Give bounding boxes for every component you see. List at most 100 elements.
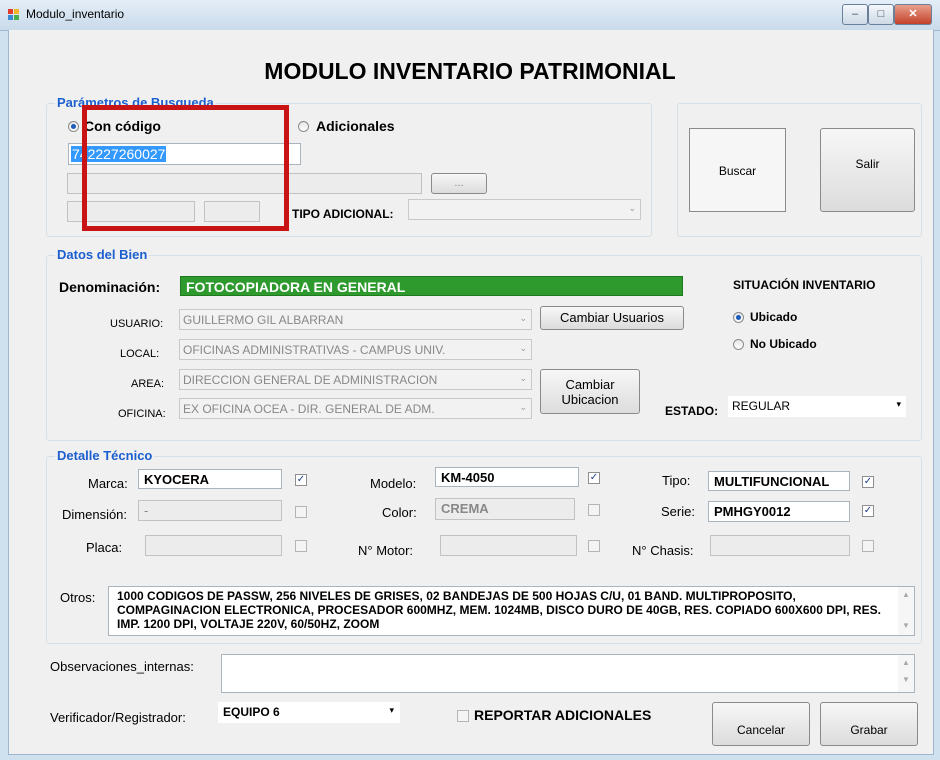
tipo-adicional-select[interactable]: ⌄	[408, 199, 641, 220]
modelo-input[interactable]: KM-4050	[435, 467, 579, 487]
detalle-tecnico-group-label: Detalle Técnico	[55, 448, 155, 463]
chevron-down-icon: ⌄	[519, 313, 527, 323]
dimension-checkbox[interactable]	[295, 506, 307, 518]
chevron-down-icon: ⌄	[519, 343, 527, 353]
red-highlight-box	[82, 105, 289, 231]
marca-value: KYOCERA	[144, 472, 210, 487]
scroll-up-icon[interactable]: ▲	[898, 655, 914, 667]
otros-value: 1000 CODIGOS DE PASSW, 256 NIVELES DE GR…	[117, 589, 881, 631]
color-checkbox[interactable]	[588, 504, 600, 516]
local-label: LOCAL:	[120, 348, 160, 360]
radio-adicionales-label: Adicionales	[316, 118, 395, 134]
tipo-label: Tipo:	[662, 473, 691, 488]
radio-adicionales[interactable]	[298, 121, 309, 132]
chevron-down-icon: ▾	[389, 705, 394, 715]
scroll-up-icon[interactable]: ▲	[898, 587, 914, 599]
chevron-down-icon: ⌄	[519, 402, 527, 412]
radio-con-codigo[interactable]	[68, 121, 79, 132]
usuario-label: USUARIO:	[110, 318, 164, 330]
chasis-checkbox[interactable]	[862, 540, 874, 552]
chevron-down-icon: ⌄	[519, 373, 527, 383]
browse-button[interactable]: ...	[431, 173, 487, 194]
motor-input[interactable]	[440, 535, 577, 556]
serie-label: Serie:	[661, 504, 695, 519]
observaciones-textarea[interactable]: ▲ ▼	[221, 654, 915, 693]
tipo-checkbox[interactable]: ✓	[862, 476, 874, 488]
marca-input[interactable]: KYOCERA	[138, 469, 282, 489]
scroll-down-icon[interactable]: ▼	[898, 599, 914, 630]
page-title: MODULO INVENTARIO PATRIMONIAL	[264, 58, 676, 84]
maximize-icon[interactable]: □	[868, 4, 894, 25]
chevron-down-icon: ▾	[896, 399, 901, 409]
dimension-label: Dimensión:	[62, 507, 128, 522]
area-label: AREA:	[131, 378, 165, 390]
placa-label: Placa:	[86, 540, 123, 555]
estado-value: REGULAR	[732, 399, 791, 413]
placa-checkbox[interactable]	[295, 540, 307, 552]
situacion-inventario-label: SITUACIÓN INVENTARIO	[733, 278, 876, 292]
radio-no-ubicado[interactable]	[733, 339, 744, 350]
cambiar-ubicacion-button[interactable]: Cambiar Ubicacion	[540, 369, 640, 414]
cambiar-ubicacion-line1: Cambiar	[565, 377, 615, 392]
radio-ubicado-label: Ubicado	[750, 310, 798, 324]
radio-no-ubicado-label: No Ubicado	[750, 337, 817, 351]
local-value: OFICINAS ADMINISTRATIVAS - CAMPUS UNIV.	[183, 343, 446, 357]
modelo-value: KM-4050	[441, 470, 495, 485]
exit-button[interactable]: Salir	[820, 128, 915, 212]
area-select[interactable]: DIRECCION GENERAL DE ADMINISTRACION ⌄	[179, 369, 532, 390]
window-titlebar[interactable]: Modulo_inventario – □ ✕	[0, 0, 940, 31]
app-icon	[8, 9, 20, 20]
verificador-select[interactable]: EQUIPO 6 ▾	[218, 702, 400, 723]
placa-input[interactable]	[145, 535, 282, 556]
modelo-label: Modelo:	[370, 476, 417, 491]
dimension-value: -	[144, 503, 149, 518]
color-input[interactable]: CREMA	[435, 498, 575, 520]
serie-checkbox[interactable]: ✓	[862, 505, 874, 517]
reportar-adicionales-label: REPORTAR ADICIONALES	[474, 707, 652, 723]
motor-checkbox[interactable]	[588, 540, 600, 552]
marca-label: Marca:	[88, 476, 128, 491]
color-value: CREMA	[441, 501, 489, 516]
scroll-down-icon[interactable]: ▼	[898, 667, 914, 684]
tipo-input[interactable]: MULTIFUNCIONAL	[708, 471, 850, 491]
serie-input[interactable]: PMHGY0012	[708, 501, 850, 522]
denominacion-field: FOTOCOPIADORA EN GENERAL	[180, 276, 683, 296]
cancel-button[interactable]: Cancelar	[712, 702, 810, 746]
modelo-checkbox[interactable]: ✓	[588, 472, 600, 484]
tipo-value: MULTIFUNCIONAL	[714, 474, 830, 489]
color-label: Color:	[382, 505, 417, 520]
verificador-value: EQUIPO 6	[223, 705, 280, 719]
oficina-select[interactable]: EX OFICINA OCEA - DIR. GENERAL DE ADM. ⌄	[179, 398, 532, 419]
verificador-label: Verificador/Registrador:	[50, 710, 186, 725]
denominacion-value: FOTOCOPIADORA EN GENERAL	[186, 279, 406, 295]
save-button[interactable]: Grabar	[820, 702, 918, 746]
estado-select[interactable]: REGULAR ▾	[728, 396, 906, 417]
search-button[interactable]: Buscar	[689, 128, 786, 212]
minimize-icon[interactable]: –	[842, 4, 868, 25]
datos-bien-group-label: Datos del Bien	[55, 247, 150, 262]
usuario-select[interactable]: GUILLERMO GIL ALBARRAN ⌄	[179, 309, 532, 330]
otros-scrollbar[interactable]: ▲ ▼	[898, 587, 914, 635]
reportar-adicionales-checkbox[interactable]	[457, 710, 469, 722]
dimension-input[interactable]: -	[138, 500, 282, 521]
chasis-label: N° Chasis:	[632, 543, 694, 558]
chasis-input[interactable]	[710, 535, 850, 556]
observaciones-scrollbar[interactable]: ▲ ▼	[898, 655, 914, 692]
estado-label: ESTADO:	[665, 404, 719, 418]
window-title: Modulo_inventario	[26, 7, 125, 21]
local-select[interactable]: OFICINAS ADMINISTRATIVAS - CAMPUS UNIV. …	[179, 339, 532, 360]
marca-checkbox[interactable]: ✓	[295, 474, 307, 486]
radio-ubicado[interactable]	[733, 312, 744, 323]
observaciones-label: Observaciones_internas:	[50, 659, 194, 674]
motor-label: N° Motor:	[358, 543, 414, 558]
chevron-down-icon: ⌄	[628, 203, 636, 213]
oficina-value: EX OFICINA OCEA - DIR. GENERAL DE ADM.	[183, 402, 435, 416]
denominacion-label: Denominación:	[59, 279, 161, 295]
cambiar-ubicacion-line2: Ubicacion	[561, 392, 619, 407]
close-icon[interactable]: ✕	[894, 4, 932, 25]
otros-textarea[interactable]: 1000 CODIGOS DE PASSW, 256 NIVELES DE GR…	[108, 586, 915, 636]
serie-value: PMHGY0012	[714, 504, 791, 519]
cambiar-usuarios-button[interactable]: Cambiar Usuarios	[540, 306, 684, 330]
area-value: DIRECCION GENERAL DE ADMINISTRACION	[183, 373, 438, 387]
tipo-adicional-label: TIPO ADICIONAL:	[292, 207, 394, 221]
